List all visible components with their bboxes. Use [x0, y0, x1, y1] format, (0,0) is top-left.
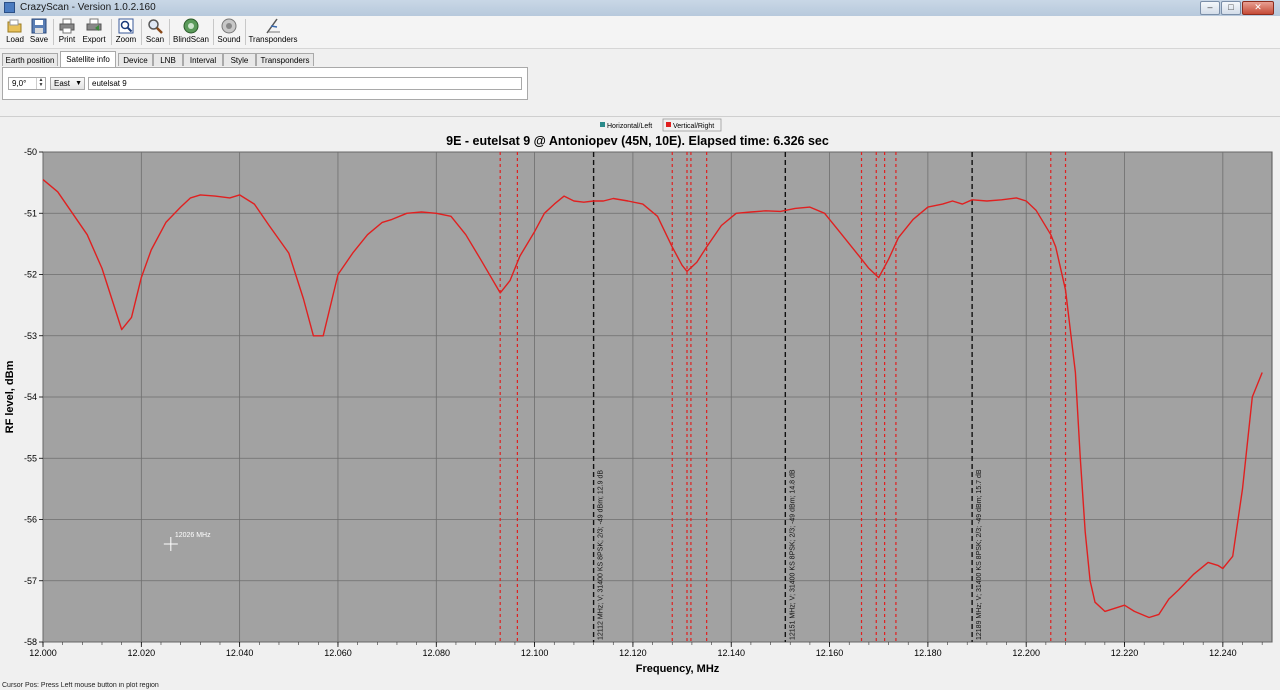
toolbar-separator: [141, 19, 142, 45]
blindscan-icon: [183, 18, 199, 34]
tab-satellite-info[interactable]: Satellite info: [60, 51, 116, 67]
y-tick-label: -57: [24, 576, 37, 586]
spectrum-plot-area[interactable]: 12112 MHz; V; 31400 KS 8PSK; 2/3; -49 dB…: [0, 116, 1280, 683]
x-tick-label: 12.220: [1111, 648, 1139, 658]
print-button[interactable]: Print: [56, 18, 78, 46]
orbital-position-spinbox[interactable]: 9,0° ▲ ▼: [8, 77, 46, 90]
x-tick-label: 12.060: [324, 648, 352, 658]
zoom-button[interactable]: Zoom: [114, 18, 138, 46]
y-tick-label: -58: [24, 637, 37, 647]
window-title: CrazyScan - Version 1.0.2.160: [20, 2, 156, 13]
satellite-name-input[interactable]: eutelsat 9: [88, 77, 522, 90]
status-bar: Cursor Pos: Press Left mouse button in p…: [2, 682, 159, 689]
save-label: Save: [29, 35, 49, 44]
zoom-icon: [118, 18, 134, 34]
transponders-label: Transponders: [248, 35, 298, 44]
x-tick-label: 12.000: [29, 648, 57, 658]
app-icon: [4, 2, 15, 13]
spectrum-chart[interactable]: 12112 MHz; V; 31400 KS 8PSK; 2/3; -49 dB…: [0, 117, 1280, 683]
sound-button[interactable]: Sound: [216, 18, 242, 46]
y-tick-label: -53: [24, 331, 37, 341]
legend-swatch[interactable]: [666, 122, 671, 127]
tab-transponders[interactable]: Transponders: [256, 53, 314, 66]
x-tick-label: 12.180: [914, 648, 942, 658]
toolbar: Load Save Print Export Zoom Scan BlindSc…: [0, 16, 1280, 49]
legend-label[interactable]: Vertical/Right: [673, 123, 714, 130]
minimize-icon[interactable]: –: [1200, 1, 1220, 15]
x-tick-label: 12.080: [423, 648, 451, 658]
export-icon: [86, 18, 102, 31]
cursor-readout-label: 12026 MHz: [175, 532, 211, 539]
direction-select[interactable]: East ▼: [50, 77, 85, 90]
y-axis-label: RF level, dBm: [4, 360, 16, 433]
transponder-marker-label: 12112 MHz; V; 31400 KS 8PSK; 2/3; -49 dB…: [598, 470, 605, 640]
transponder-marker-label: 12151 MHz; V; 31400 KS 8PSK; 2/3; -49 dB…: [789, 469, 796, 640]
tab-interval[interactable]: Interval: [183, 53, 223, 66]
y-tick-label: -52: [24, 270, 37, 280]
blindscan-label: BlindScan: [172, 35, 210, 44]
floppy-disk-icon: [31, 18, 47, 34]
toolbar-separator: [53, 19, 54, 45]
zoom-label: Zoom: [115, 35, 137, 44]
save-button[interactable]: Save: [28, 18, 50, 46]
tab-device[interactable]: Device: [118, 53, 153, 66]
blindscan-button[interactable]: BlindScan: [172, 18, 210, 46]
scan-icon: [148, 19, 163, 34]
sound-label: Sound: [217, 35, 241, 44]
orbital-position-value: 9,0°: [12, 79, 27, 88]
scan-label: Scan: [145, 35, 165, 44]
transponders-icon: [266, 18, 280, 34]
x-tick-label: 12.140: [717, 648, 745, 658]
direction-value: East: [54, 79, 71, 88]
export-label: Export: [82, 35, 106, 44]
x-axis-label: Frequency, MHz: [636, 663, 720, 675]
y-tick-label: -51: [24, 208, 37, 218]
print-label: Print: [58, 35, 76, 44]
legend-label[interactable]: Horizontal/Left: [607, 123, 652, 130]
x-tick-label: 12.200: [1012, 648, 1040, 658]
toolbar-separator: [213, 19, 214, 45]
y-tick-label: -50: [24, 147, 37, 157]
spin-arrows-icon[interactable]: ▲ ▼: [36, 78, 45, 89]
y-tick-label: -55: [24, 453, 37, 463]
printer-icon: [59, 18, 75, 34]
transponders-button[interactable]: Transponders: [248, 18, 298, 46]
satellite-info-panel: 9,0° ▲ ▼ East ▼ eutelsat 9: [2, 67, 528, 100]
folder-open-icon: [7, 19, 22, 33]
tab-earth-position[interactable]: Earth position: [2, 53, 58, 66]
maximize-icon[interactable]: □: [1221, 1, 1241, 15]
toolbar-separator: [111, 19, 112, 45]
x-tick-label: 12.040: [226, 648, 254, 658]
x-tick-label: 12.020: [128, 648, 156, 658]
x-tick-label: 12.240: [1209, 648, 1237, 658]
x-tick-label: 12.120: [619, 648, 647, 658]
y-tick-label: -54: [24, 392, 37, 402]
chart-title: 9E - eutelsat 9 @ Antoniopev (45N, 10E).…: [446, 134, 829, 148]
x-tick-label: 12.160: [816, 648, 844, 658]
load-label: Load: [6, 35, 24, 44]
load-button[interactable]: Load: [4, 18, 26, 46]
transponder-marker-label: 12189 MHz; V; 31400 KS 8PSK; 2/3; -49 dB…: [976, 469, 983, 640]
y-tick-label: -56: [24, 515, 37, 525]
sound-icon: [221, 18, 237, 34]
title-bar: CrazyScan - Version 1.0.2.160 – □ ✕: [0, 0, 1280, 17]
toolbar-separator: [169, 19, 170, 45]
chevron-down-icon: ▼: [75, 80, 82, 87]
scan-button[interactable]: Scan: [144, 18, 166, 46]
tab-style[interactable]: Style: [223, 53, 256, 66]
export-button[interactable]: Export: [80, 18, 108, 46]
x-tick-label: 12.100: [521, 648, 549, 658]
tab-lnb[interactable]: LNB: [153, 53, 183, 66]
close-icon[interactable]: ✕: [1242, 1, 1274, 15]
window-controls: – □ ✕: [1200, 1, 1274, 15]
toolbar-separator: [245, 19, 246, 45]
legend-swatch[interactable]: [600, 122, 605, 127]
